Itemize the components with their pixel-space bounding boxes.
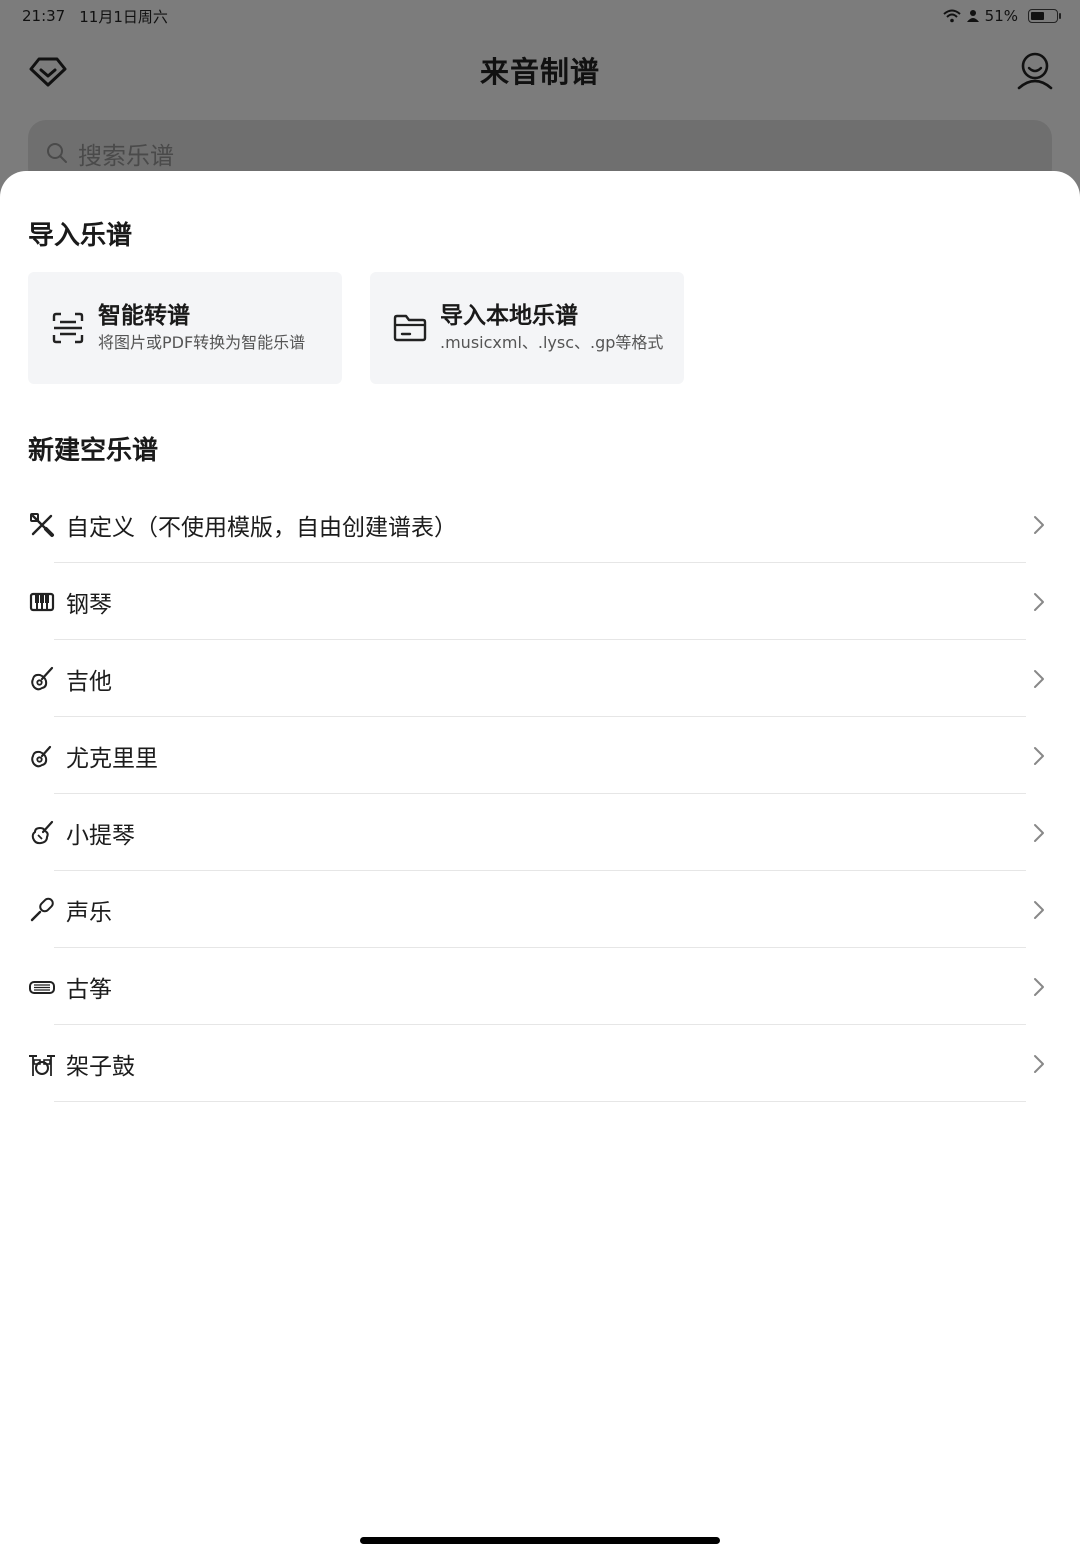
template-item-violin[interactable]: 小提琴 [0, 794, 1080, 871]
chevron-right-icon [1034, 900, 1044, 919]
template-item-custom[interactable]: 自定义（不使用模版，自由创建谱表） [0, 486, 1080, 563]
tools-icon [30, 512, 54, 537]
guzheng-icon [29, 980, 55, 994]
create-score-sheet: 导入乐谱 智能转谱 将图片或PDF转换为智能乐谱 导入本地乐谱 .musicxm… [0, 171, 1080, 1554]
violin-icon [31, 820, 54, 844]
chevron-right-icon [1034, 515, 1044, 534]
home-indicator[interactable] [360, 1537, 720, 1544]
template-item-drum-kit[interactable]: 架子鼓 [0, 1025, 1080, 1102]
template-item-guitar[interactable]: 吉他 [0, 640, 1080, 717]
import-section-title: 导入乐谱 [28, 221, 133, 251]
template-item-piano[interactable]: 钢琴 [0, 563, 1080, 640]
chevron-right-icon [1034, 823, 1044, 842]
vip-diamond-icon[interactable] [27, 50, 69, 92]
card-subtitle: 将图片或PDF转换为智能乐谱 [98, 333, 306, 352]
template-label: 尤克里里 [66, 745, 158, 772]
battery-percent: 51% [984, 7, 1018, 25]
smart-transcribe-card[interactable]: 智能转谱 将图片或PDF转换为智能乐谱 [28, 272, 342, 384]
template-label: 古筝 [66, 976, 112, 1003]
ukulele-icon [31, 745, 52, 767]
wifi-icon [942, 9, 961, 23]
template-item-ukulele[interactable]: 尤克里里 [0, 717, 1080, 794]
template-item-guzheng[interactable]: 古筝 [0, 948, 1080, 1025]
user-profile-icon[interactable] [1014, 50, 1056, 92]
guitar-icon [31, 666, 54, 690]
chevron-right-icon [1034, 746, 1044, 765]
chevron-right-icon [1034, 977, 1044, 996]
person-icon [966, 10, 979, 22]
status-date: 11月1日周六 [79, 7, 168, 26]
import-local-card[interactable]: 导入本地乐谱 .musicxml、.lysc、.gp等格式 [370, 272, 684, 384]
template-label: 小提琴 [66, 822, 135, 849]
template-label: 架子鼓 [66, 1053, 135, 1080]
card-title: 导入本地乐谱 [440, 303, 578, 329]
status-time: 21:37 [22, 7, 66, 25]
new-section-title: 新建空乐谱 [28, 436, 159, 466]
status-bar: 21:37 11月1日周六 51% [0, 0, 1080, 32]
piano-icon [29, 592, 55, 611]
battery-icon [1028, 9, 1061, 23]
template-label: 声乐 [66, 899, 112, 926]
chevron-right-icon [1034, 592, 1044, 611]
chevron-right-icon [1034, 669, 1044, 688]
template-label: 自定义（不使用模版，自由创建谱表） [66, 514, 457, 541]
folder-icon [393, 314, 427, 342]
template-item-vocal[interactable]: 声乐 [0, 871, 1080, 948]
template-list: 自定义（不使用模版，自由创建谱表） 钢琴 吉他 尤克里里 小提琴 声乐 古筝 架… [0, 486, 1080, 1102]
chevron-right-icon [1034, 1054, 1044, 1073]
app-title: 来音制谱 [479, 55, 600, 89]
template-label: 钢琴 [66, 591, 112, 618]
drum-kit-icon [29, 1054, 55, 1076]
search-input[interactable]: 搜索乐谱 [78, 136, 174, 171]
microphone-icon [30, 897, 54, 921]
card-title: 智能转谱 [98, 303, 190, 329]
app-header: 来音制谱 [0, 38, 1080, 102]
divider [54, 1101, 1026, 1102]
search-icon [47, 143, 67, 163]
scan-icon [52, 312, 84, 344]
card-subtitle: .musicxml、.lysc、.gp等格式 [440, 333, 664, 352]
template-label: 吉他 [66, 668, 112, 695]
